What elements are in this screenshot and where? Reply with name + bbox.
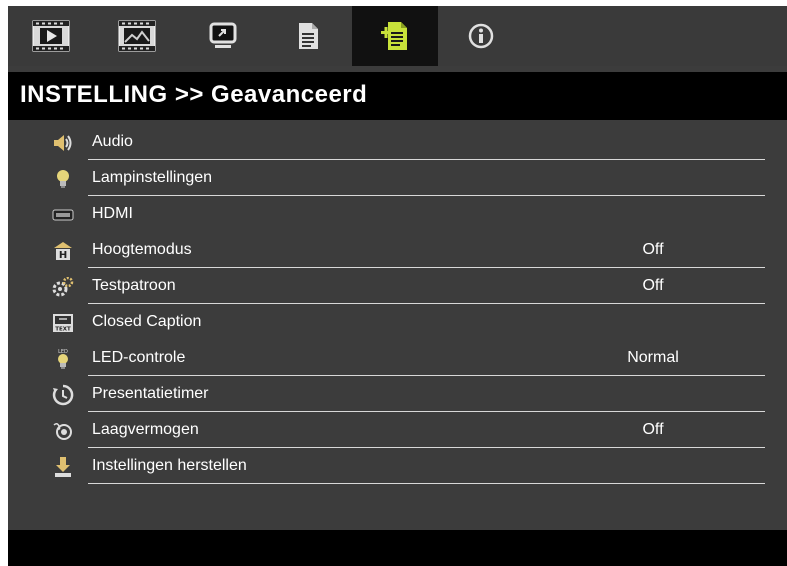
divider [88,267,765,268]
lamp-icon [52,168,74,190]
test-pattern-icon [52,276,74,298]
menu-item-high-altitude[interactable]: H Hoogtemodus Off [8,236,787,272]
divider [88,411,765,412]
hdmi-icon [52,204,74,226]
menu-item-label: HDMI [92,205,133,222]
menu-item-label: Testpatroon [92,277,176,294]
bottom-bar [8,530,787,566]
reset-icon [52,456,74,478]
menu-item-hdmi[interactable]: HDMI [8,200,787,236]
divider [88,483,765,484]
menu-item-presentation-timer[interactable]: Presentatietimer [8,380,787,416]
picture-icon [118,20,156,52]
speaker-icon [52,132,74,154]
menu-item-label: Hoogtemodus [92,241,192,258]
menu-item-label: Presentatietimer [92,385,209,402]
menu-item-low-power[interactable]: Laagvermogen Off [8,416,787,452]
settings-document-icon [299,23,318,49]
high-altitude-icon: H [52,240,74,262]
tab-picture[interactable] [94,6,180,66]
tab-advanced[interactable] [352,6,438,66]
info-icon [468,23,494,49]
divider [88,159,765,160]
divider [88,303,765,304]
icon-text-h: H [59,250,67,261]
menu-item-audio[interactable]: Audio [8,128,787,164]
title-bar: INSTELLING >> Geavanceerd [8,72,787,120]
tab-settings[interactable] [266,6,352,66]
osd-menu: INSTELLING >> Geavanceerd Audio Lampinst… [8,6,787,566]
menu-item-label: LED-controle [92,349,186,366]
low-power-icon [52,420,74,442]
menu-item-value: Off [642,241,664,258]
tab-video[interactable] [8,6,94,66]
closed-caption-icon: TEXT [52,312,74,334]
led-control-icon: LED [52,348,74,370]
timer-icon [52,384,74,406]
display-icon [209,22,237,48]
menu-item-value: Normal [627,349,679,366]
tab-info[interactable] [438,6,524,66]
menu-item-test-pattern[interactable]: Testpatroon Off [8,272,787,308]
tab-bar [8,6,787,66]
divider [88,195,765,196]
menu-item-label: Audio [92,133,133,150]
menu-item-value: Off [642,421,664,438]
menu-item-label: Laagvermogen [92,421,199,438]
menu-item-led-control[interactable]: LED LED-controle Normal [8,344,787,380]
advanced-settings-icon [381,22,407,50]
tab-display[interactable] [180,6,266,66]
menu-item-label: Lampinstellingen [92,169,213,186]
menu-item-label: Closed Caption [92,313,202,330]
page-title: INSTELLING >> Geavanceerd [20,81,368,108]
divider [88,375,765,376]
menu-item-value: Off [642,277,664,294]
icon-text-text: TEXT [55,327,71,333]
menu-item-label: Instellingen herstellen [92,457,247,474]
menu-item-reset[interactable]: Instellingen herstellen [8,452,787,488]
menu-item-closed-caption[interactable]: TEXT Closed Caption [8,308,787,344]
divider [88,447,765,448]
video-play-icon [32,20,70,52]
menu-item-lamp[interactable]: Lampinstellingen [8,164,787,200]
